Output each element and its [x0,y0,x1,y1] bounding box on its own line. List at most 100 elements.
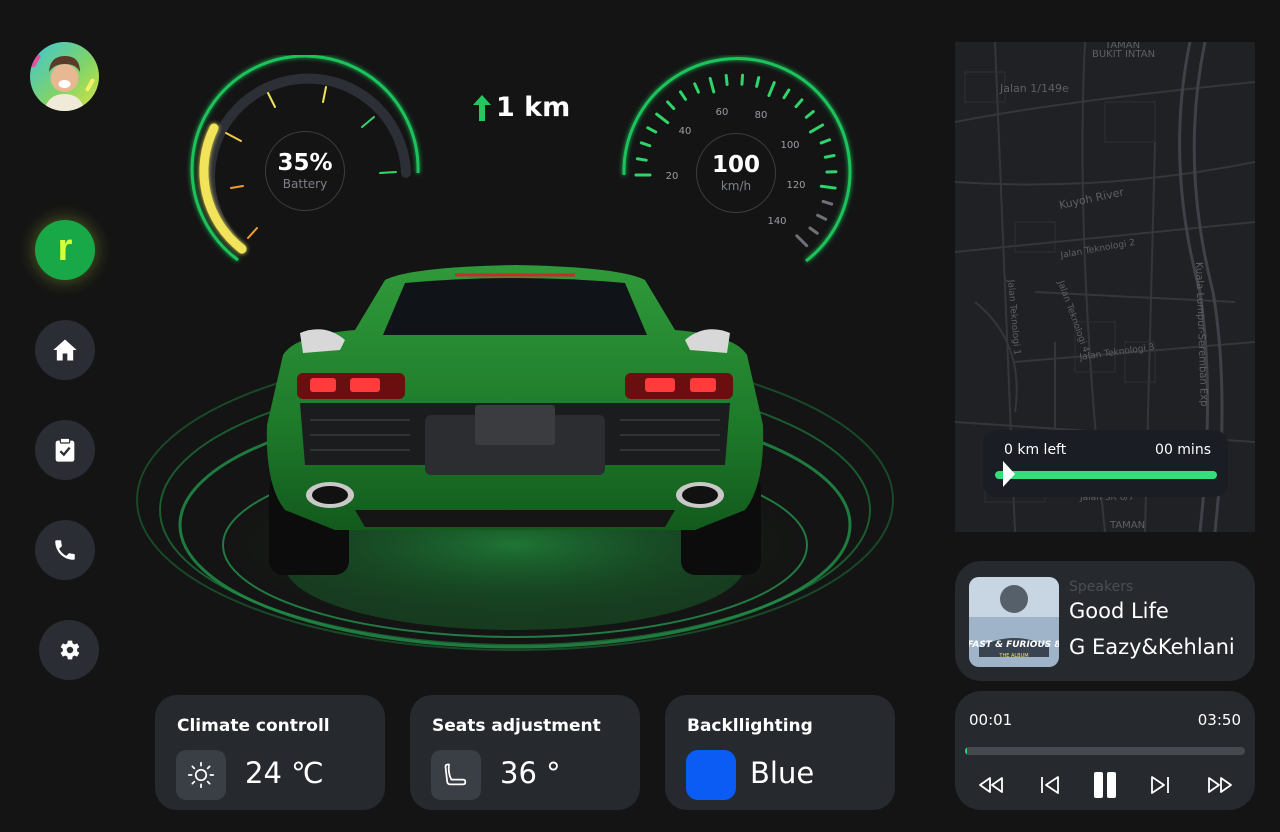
speed-tick-label: 140 [767,216,786,227]
album-art: FAST & FURIOUS 8 THE ALBUM [969,577,1059,667]
next-track-button[interactable] [1143,771,1177,799]
speed-tick [821,199,834,206]
home-icon [53,339,77,361]
speed-tick [740,73,745,86]
trip-distance-left: 0 km left [1004,442,1067,458]
backlight-value: Blue [750,756,815,790]
sidebar-item-home[interactable] [35,320,95,380]
speedometer: 20 40 60 80 100 120 140 100 km/h [612,55,857,270]
sidebar-item-tasks[interactable] [35,420,95,480]
speed-tick [639,141,652,148]
trip-status: 0 km left 00 mins [983,430,1228,497]
time-current: 00:01 [969,711,1013,729]
brand-button[interactable]: r [35,220,95,280]
map-label: Kuyoh River [1058,185,1126,212]
seats-value: 36 ° [500,756,561,790]
speed-tick [767,81,776,98]
climate-card[interactable]: Climate controll 24 ℃ [155,695,385,810]
distance-value: 1 km [496,92,571,123]
phone-icon [55,540,75,560]
clipboard-check-icon [55,437,75,462]
speed-tick-label: 40 [679,126,692,137]
speed-unit: km/h [720,178,752,193]
car-view [135,255,895,675]
track-title: Good Life [1069,599,1169,623]
map-label: BUKIT INTAN [1092,49,1155,60]
speed-tick-label: 120 [786,180,805,191]
avatar[interactable] [30,42,99,111]
album-title-text: FAST & FURIOUS 8 [969,640,1059,650]
gear-icon [60,640,80,660]
sidebar-item-settings[interactable] [39,620,99,680]
speed-tick [794,98,804,109]
car-illustration [136,265,894,651]
speed-readout: 100 km/h [696,133,776,213]
music-output-device: Speakers [1069,579,1134,595]
speed-tick [755,76,761,88]
speed-tick [724,73,729,86]
speed-tick [819,184,837,190]
map-label: Kuala Lumpur-Seremban Exp [1193,262,1209,407]
speed-tick [655,112,670,125]
speed-tick [795,234,809,248]
rewind-icon [979,777,1003,793]
map-label: Jalan 1/149e [999,82,1069,95]
pause-button[interactable] [1088,771,1122,799]
previous-track-button[interactable] [1033,771,1067,799]
skip-back-icon [1041,776,1059,794]
pause-icon [1094,772,1116,798]
time-total: 03:50 [1197,711,1241,729]
track-progress-fill [965,747,967,755]
seats-card[interactable]: Seats adjustment 36 ° [410,695,640,810]
navigation-distance: 1 km [472,92,570,123]
player-controls: 00:01 03:50 [955,691,1255,810]
speed-tick-label: 20 [666,171,679,182]
speed-tick-label: 80 [755,110,768,121]
speed-tick [808,226,819,235]
climate-value: 24 ℃ [245,756,324,790]
rewind-button[interactable] [974,771,1008,799]
sun-icon [187,761,215,789]
climate-icon-box[interactable] [176,750,226,800]
speed-tick [693,82,700,94]
speed-value: 100 [711,152,760,179]
battery-value: 35% [277,150,333,177]
map-panel[interactable]: TAMAN BUKIT INTAN Jalan 1/149e Kuyoh Riv… [955,42,1255,532]
album-subtitle-text: THE ALBUM [998,653,1028,659]
battery-gauge: 35% Battery [186,54,426,270]
trip-progress-handle[interactable] [1001,461,1017,487]
speed-tick [823,153,836,159]
avatar-image [31,54,95,111]
speed-tick [808,123,825,134]
battery-label: Battery [282,176,328,191]
track-progress-bar[interactable] [965,747,1245,755]
speed-tick [804,110,815,119]
trip-progress-bar [995,471,1217,479]
climate-title: Climate controll [177,716,330,736]
speed-tick-label: 100 [780,140,799,151]
speed-tick [678,90,687,101]
track-artist: G Eazy&Kehlani [1069,635,1235,659]
brand-letter: r [57,227,73,269]
sidebar-item-phone[interactable] [35,520,95,580]
speed-tick [708,76,716,94]
backlight-card[interactable]: Backllighting Blue [665,695,895,810]
battery-readout: 35% Battery [265,131,345,211]
fast-forward-icon [1208,777,1232,793]
fast-forward-button[interactable] [1203,771,1237,799]
speed-tick [782,88,791,100]
speed-tick-label: 60 [716,107,729,118]
speed-tick [816,213,828,221]
speed-tick [666,100,676,111]
backlight-color-swatch[interactable] [686,750,736,800]
seats-title: Seats adjustment [432,716,601,736]
skip-forward-icon [1151,776,1169,794]
trip-time-left: 00 mins [1155,442,1211,458]
seat-icon [444,763,467,786]
speed-tick [819,138,832,145]
music-card[interactable]: FAST & FURIOUS 8 THE ALBUM Speakers Good… [955,561,1255,681]
seats-icon-box[interactable] [431,750,481,800]
speed-tick [635,157,648,162]
map-label: TAMAN [1109,520,1145,531]
backlight-title: Backllighting [687,716,813,736]
